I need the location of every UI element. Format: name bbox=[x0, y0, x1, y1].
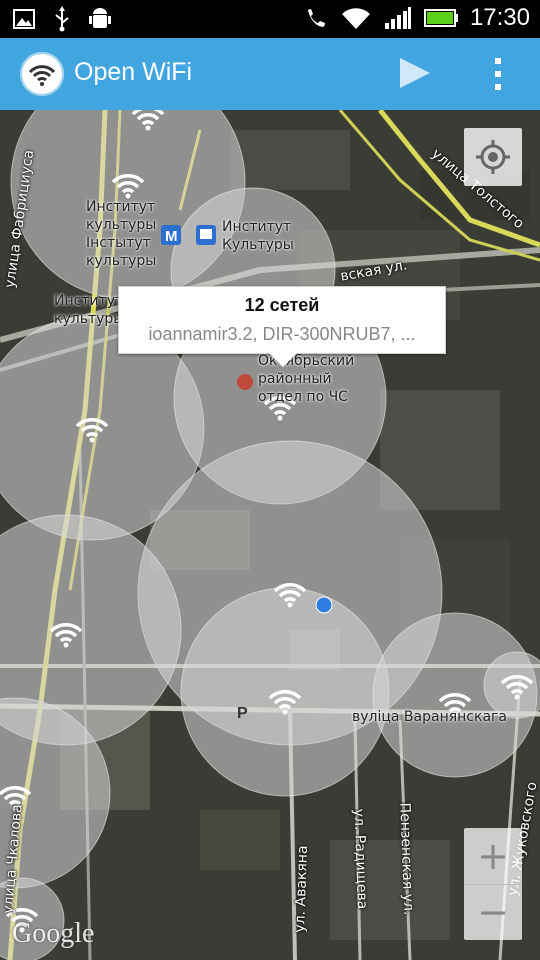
parking-label: P bbox=[237, 705, 248, 722]
popup-network-list: ioannamir3.2, DIR-300NRUB7, ... bbox=[148, 324, 416, 344]
android-debug-icon bbox=[88, 6, 112, 32]
play-icon[interactable] bbox=[398, 56, 432, 90]
wifi-marker-icon[interactable] bbox=[48, 621, 84, 649]
wifi-marker-icon[interactable] bbox=[272, 581, 308, 609]
google-attribution: Google bbox=[12, 918, 95, 949]
map-label-institute-2: Институт Культуры bbox=[222, 219, 294, 253]
wifi-marker-icon[interactable] bbox=[130, 110, 166, 132]
battery-icon bbox=[423, 5, 458, 31]
phone-silent-icon bbox=[304, 5, 328, 31]
street-radishcheva: ул. Радищева bbox=[350, 808, 371, 910]
app-bar: Open WiFi bbox=[0, 38, 540, 110]
street-avakyana: ул. Авакяна bbox=[292, 845, 312, 933]
zoom-in-button[interactable]: + bbox=[464, 828, 522, 885]
app-title: Open WiFi bbox=[74, 58, 193, 86]
wifi-marker-icon[interactable] bbox=[267, 688, 303, 716]
usb-icon bbox=[50, 6, 74, 32]
popup-network-count: 12 сетей bbox=[244, 295, 320, 315]
wifi-marker-icon[interactable] bbox=[74, 416, 110, 444]
map-view[interactable]: M P Институт культуры Iнстытут культуры Инс… bbox=[0, 110, 540, 960]
wifi-signal-icon bbox=[340, 5, 372, 31]
fire-station-icon bbox=[237, 374, 253, 390]
my-location-button[interactable] bbox=[464, 128, 522, 186]
wifi-marker-icon[interactable] bbox=[499, 673, 535, 701]
wifi-marker-icon[interactable] bbox=[110, 172, 146, 200]
zoom-controls: + − bbox=[464, 828, 522, 940]
app-logo-icon[interactable] bbox=[20, 52, 64, 96]
map-label-institute-1: Институт культуры Iнстытут культуры bbox=[86, 199, 157, 269]
cell-signal-icon bbox=[384, 5, 412, 31]
zoom-out-button[interactable]: − bbox=[464, 884, 522, 940]
status-bar: 17:30 bbox=[0, 0, 540, 38]
picture-icon bbox=[12, 6, 36, 32]
crosshair-icon bbox=[476, 140, 510, 174]
map-label-institute-3: Институт культуры bbox=[54, 293, 125, 327]
popup-pointer bbox=[269, 353, 297, 367]
overflow-menu-icon[interactable] bbox=[486, 56, 510, 92]
clock: 17:30 bbox=[469, 4, 530, 31]
network-popup[interactable]: 12 сетей ioannamir3.2, DIR-300NRUB7, ... bbox=[118, 286, 446, 367]
street-varanyanskaga: вуліца Варанянскага bbox=[352, 709, 507, 725]
metro-label: M bbox=[165, 228, 178, 245]
